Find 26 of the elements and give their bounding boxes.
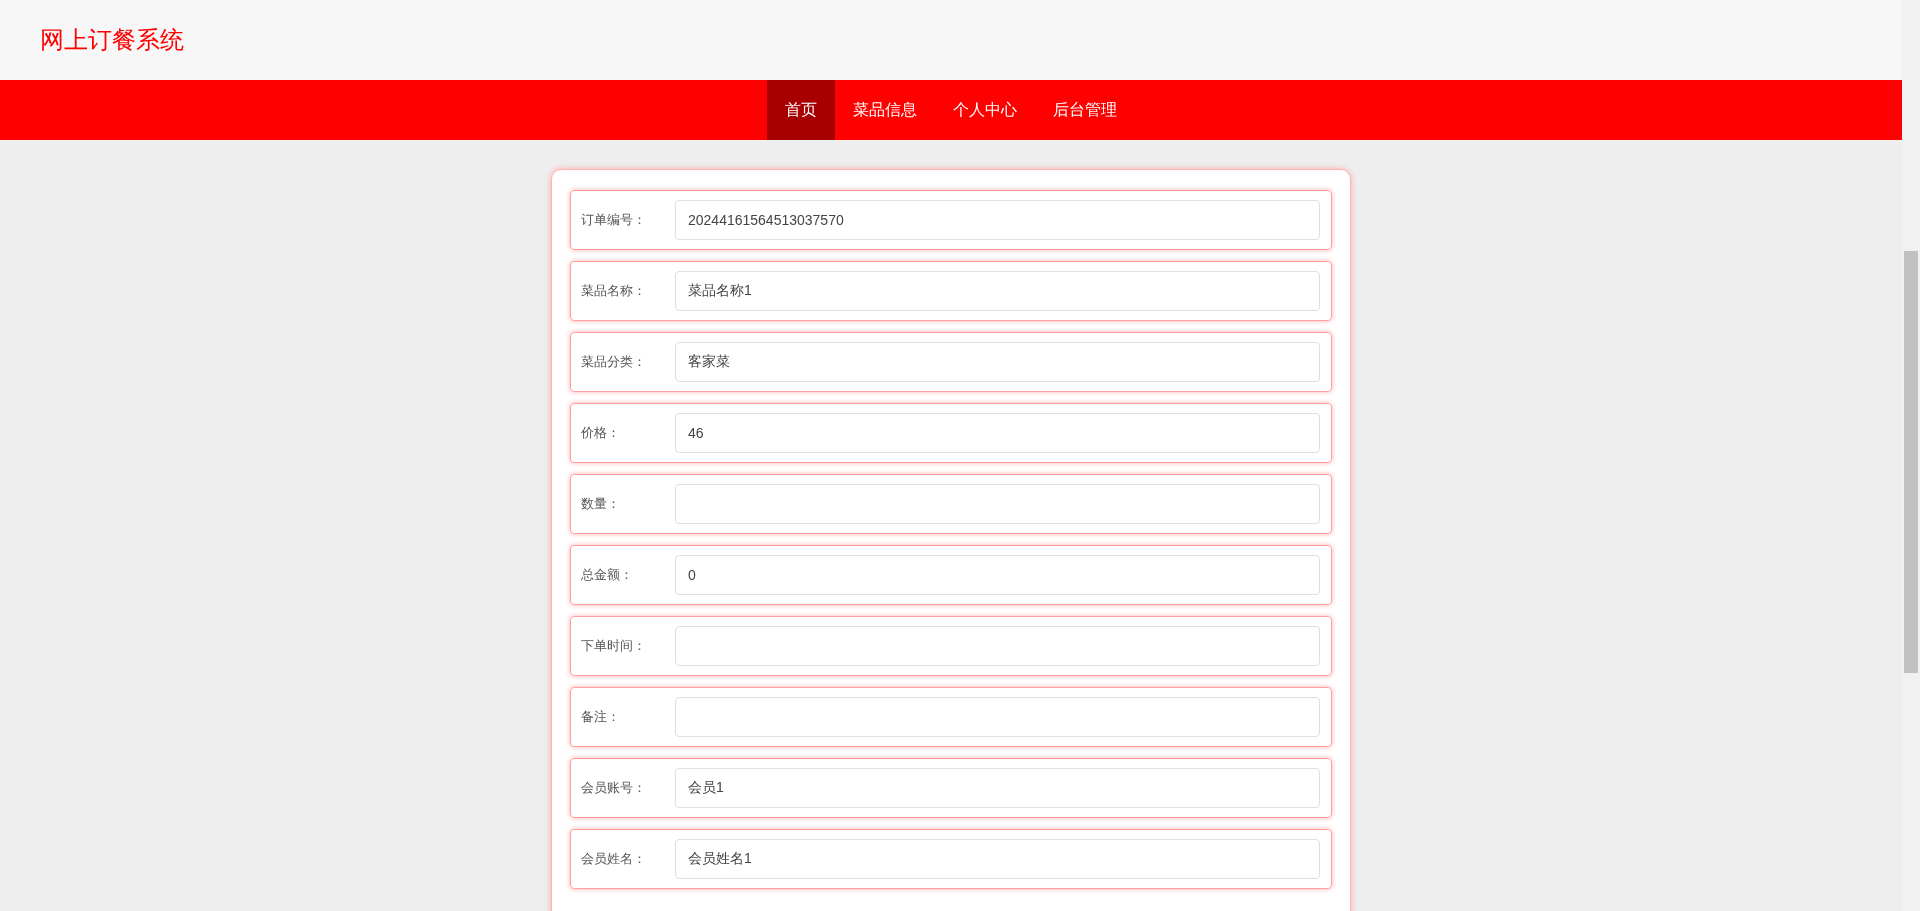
input-field[interactable]: 客家菜 (675, 342, 1320, 382)
input-field[interactable] (675, 626, 1320, 666)
field-label: 备注： (581, 708, 621, 727)
input-field[interactable]: 0 (675, 555, 1320, 595)
field-label: 会员账号： (581, 779, 647, 798)
field-label: 总金额： (581, 566, 634, 585)
field-label: 价格： (581, 424, 621, 443)
input-field[interactable]: 菜品名称1 (675, 271, 1320, 311)
nav-link[interactable]: 首页 (767, 80, 835, 140)
input-field[interactable]: 会员姓名1 (675, 839, 1320, 879)
field-label: 订单编号： (581, 211, 647, 230)
field-label: 菜品名称： (581, 282, 647, 301)
site-title[interactable]: 网上订餐系统 (40, 22, 184, 58)
input-field[interactable]: 会员1 (675, 768, 1320, 808)
input-field[interactable]: 46 (675, 413, 1320, 453)
input-field[interactable] (675, 697, 1320, 737)
input-field[interactable] (675, 484, 1320, 524)
scrollbar-thumb[interactable] (1904, 251, 1918, 673)
nav-link[interactable]: 后台管理 (1035, 80, 1135, 140)
field-label: 数量： (581, 495, 621, 514)
field-label: 会员姓名： (581, 850, 647, 869)
field-label: 菜品分类： (581, 353, 647, 372)
nav-link[interactable]: 菜品信息 (835, 80, 935, 140)
input-field[interactable]: 20244161564513037570 (675, 200, 1320, 240)
field-label: 下单时间： (581, 637, 647, 656)
nav-link[interactable]: 个人中心 (935, 80, 1035, 140)
